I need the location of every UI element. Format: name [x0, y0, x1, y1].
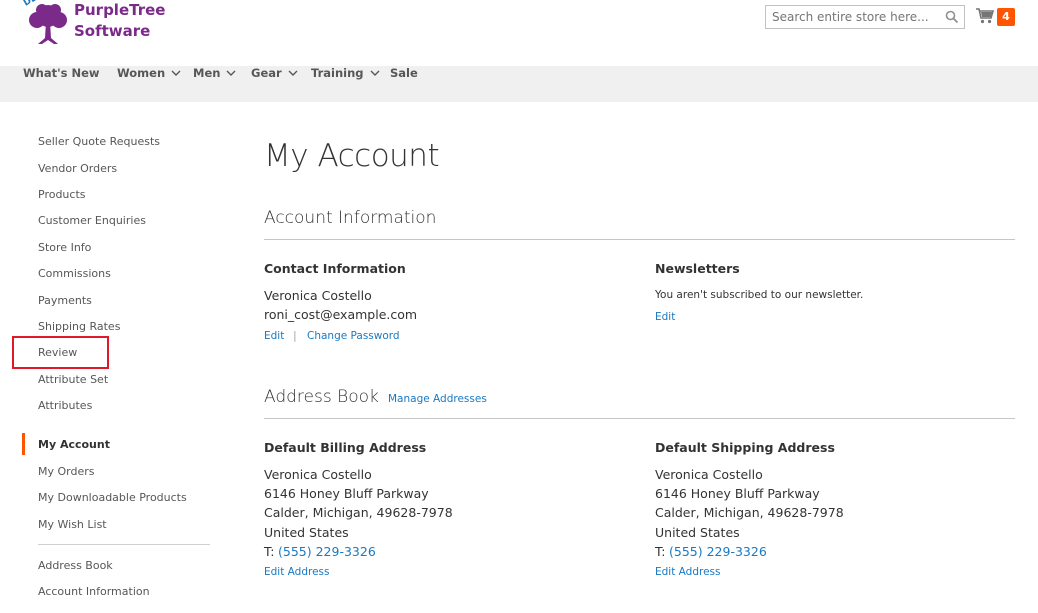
search-input[interactable] [772, 9, 942, 25]
chevron-down-icon [226, 70, 236, 76]
sidebar-item-my-orders[interactable]: My Orders [38, 465, 95, 478]
sidebar-item-my-wish-list[interactable]: My Wish List [38, 518, 107, 531]
edit-shipping-address-link[interactable]: Edit Address [655, 566, 721, 578]
nav-item-whats-new[interactable]: What's New [23, 66, 100, 102]
change-password-link[interactable]: Change Password [307, 330, 400, 342]
nav-item-gear[interactable]: Gear [251, 66, 298, 102]
billing-city: Calder, Michigan, 49628-7978 [264, 505, 453, 520]
shipping-phone-prefix: T: [655, 544, 666, 559]
sidebar-item-shipping-rates[interactable]: Shipping Rates [38, 320, 120, 333]
contact-name: Veronica Costello [264, 288, 372, 303]
sidebar-item-my-account[interactable]: My Account [38, 438, 110, 451]
sidebar-item-account-information[interactable]: Account Information [38, 585, 150, 598]
logo-line1: PurpleTree [74, 1, 166, 19]
billing-street: 6146 Honey Bluff Parkway [264, 486, 429, 501]
section-divider [264, 239, 1015, 240]
manage-addresses-link[interactable]: Manage Addresses [388, 393, 487, 405]
nav-item-women[interactable]: Women [117, 66, 181, 102]
billing-phone-link[interactable]: (555) 229-3326 [278, 544, 376, 559]
sidebar-item-payments[interactable]: Payments [38, 294, 92, 307]
sidebar-item-my-downloadable-products[interactable]: My Downloadable Products [38, 491, 187, 504]
sidebar-item-customer-enquiries[interactable]: Customer Enquiries [38, 214, 146, 227]
cart-count-badge: 4 [997, 8, 1015, 26]
nav-item-training[interactable]: Training [311, 66, 380, 102]
search-icon[interactable] [945, 10, 959, 24]
search-box [765, 5, 965, 29]
cart-icon [976, 8, 995, 24]
billing-name: Veronica Costello [264, 467, 372, 482]
chevron-down-icon [370, 70, 380, 76]
newsletters-title: Newsletters [655, 261, 740, 276]
shipping-country: United States [655, 525, 740, 540]
tree-logo-icon [29, 4, 67, 44]
nav-item-label: Training [311, 66, 364, 80]
logo-line2: Software [74, 22, 151, 40]
sidebar-item-address-book[interactable]: Address Book [38, 559, 113, 572]
shipping-name: Veronica Costello [655, 467, 763, 482]
sidebar-item-attributes[interactable]: Attributes [38, 399, 92, 412]
chevron-down-icon [288, 70, 298, 76]
newsletter-status: You aren't subscribed to our newsletter. [655, 289, 864, 301]
sidebar-item-seller-quote-requests[interactable]: Seller Quote Requests [38, 135, 160, 148]
nav-item-sale[interactable]: Sale [390, 66, 418, 102]
nav-item-label: Gear [251, 66, 282, 80]
contact-email: roni_cost@example.com [264, 307, 418, 322]
billing-phone-prefix: T: [264, 544, 275, 559]
edit-contact-link[interactable]: Edit [264, 330, 284, 342]
review-highlight-box [12, 336, 109, 369]
nav-item-men[interactable]: Men [193, 66, 236, 102]
logo[interactable]: DEMO PurpleTree Software [22, 0, 165, 46]
contact-information-title: Contact Information [264, 261, 406, 276]
nav-item-label: Women [117, 66, 166, 80]
section-divider [264, 418, 1015, 419]
edit-billing-address-link[interactable]: Edit Address [264, 566, 330, 578]
default-billing-title: Default Billing Address [264, 440, 427, 455]
address-book-title: Address Book [264, 387, 379, 407]
default-shipping-title: Default Shipping Address [655, 440, 835, 455]
sidebar-item-attribute-set[interactable]: Attribute Set [38, 373, 108, 386]
billing-country: United States [264, 525, 349, 540]
nav-item-label: Men [193, 66, 221, 80]
nav-item-label: Sale [390, 66, 418, 80]
logo-text: PurpleTree Software [74, 0, 165, 42]
main-navigation: What's New Women Men Gear Training Sale [0, 66, 1038, 102]
nav-item-label: What's New [23, 66, 100, 80]
header: DEMO PurpleTree Software 4 [0, 0, 1038, 66]
sidebar-divider [38, 544, 210, 545]
shipping-city: Calder, Michigan, 49628-7978 [655, 505, 844, 520]
chevron-down-icon [171, 70, 181, 76]
shipping-street: 6146 Honey Bluff Parkway [655, 486, 820, 501]
account-information-title: Account Information [264, 208, 437, 228]
sidebar-item-store-info[interactable]: Store Info [38, 241, 91, 254]
shipping-phone-link[interactable]: (555) 229-3326 [669, 544, 767, 559]
sidebar-item-products[interactable]: Products [38, 188, 86, 201]
active-item-indicator [22, 433, 25, 455]
page-title: My Account [264, 138, 440, 174]
sidebar-item-commissions[interactable]: Commissions [38, 267, 111, 280]
edit-newsletter-link[interactable]: Edit [655, 311, 675, 323]
link-separator: | [293, 329, 297, 342]
sidebar-item-vendor-orders[interactable]: Vendor Orders [38, 162, 117, 175]
minicart-button[interactable]: 4 [975, 6, 1019, 28]
